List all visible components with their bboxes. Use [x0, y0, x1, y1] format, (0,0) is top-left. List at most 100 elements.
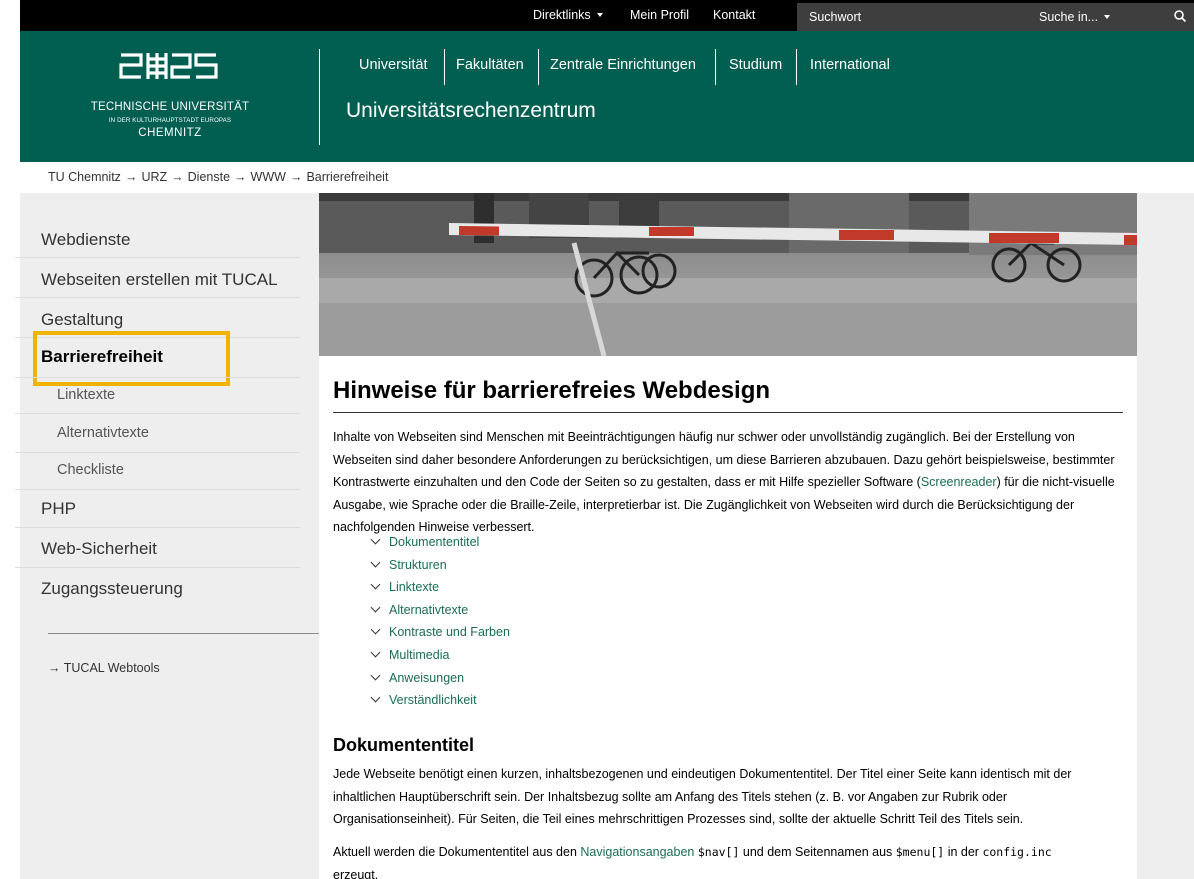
sidebar-item-webdienste[interactable]: Webdienste	[41, 230, 130, 250]
sidebar-divider	[15, 567, 300, 568]
search-scope-select[interactable]: Suche in...	[1039, 3, 1111, 31]
kontakt-link[interactable]: Kontakt	[713, 0, 755, 31]
toc-label: Anweisungen	[389, 670, 465, 685]
toc-label: Kontraste und Farben	[389, 625, 510, 640]
logo-line-1: TECHNISCHE UNIVERSITÄT	[90, 101, 250, 113]
chevron-down-icon	[370, 602, 381, 613]
university-logo[interactable]: TECHNISCHE UNIVERSITÄT IN DER KULTURHAUP…	[20, 31, 320, 162]
code-config: config.inc	[982, 845, 1052, 859]
barrier-photo	[319, 193, 1137, 356]
arrow-right-icon: →	[48, 661, 64, 675]
chevron-down-icon	[370, 579, 381, 590]
chevron-down-icon	[370, 534, 381, 545]
toc-item[interactable]: Alternativtexte	[370, 602, 469, 617]
nav-universitaet[interactable]: Universität	[359, 57, 428, 73]
nav-fakultaeten[interactable]: Fakultäten	[456, 57, 524, 73]
breadcrumb-item[interactable]: TU Chemnitz	[48, 170, 121, 184]
paragraph-text: in der	[944, 845, 983, 859]
nav-international[interactable]: International	[810, 57, 890, 73]
breadcrumb-item[interactable]: WWW	[251, 170, 286, 184]
chevron-down-icon	[370, 670, 381, 681]
section-heading-dokumententitel: Dokumententitel	[333, 735, 475, 755]
logo-line-3: CHEMNITZ	[138, 127, 202, 139]
nav-zentrale-einrichtungen[interactable]: Zentrale Einrichtungen	[550, 57, 696, 73]
arrow-right-icon: →	[124, 170, 138, 184]
caret-down-icon	[596, 12, 603, 17]
screenreader-link[interactable]: Screenreader	[921, 475, 997, 489]
breadcrumb-item[interactable]: Dienste	[188, 170, 230, 184]
search-scope-label: Suche in...	[1039, 10, 1099, 24]
paragraph-text: erzeugt.	[333, 867, 379, 879]
breadcrumb-current: Barrierefreiheit	[306, 170, 389, 184]
title-rule	[333, 412, 1123, 413]
breadcrumb: TU Chemnitz → URZ → Dienste → WWW → Barrierefrei…	[48, 170, 388, 184]
search-icon	[1174, 10, 1187, 23]
navigationsangaben-link[interactable]: Navigationsangaben	[580, 845, 694, 859]
search-input[interactable]: Suchwort Suche in...	[797, 3, 1194, 31]
toc-label: Verständlichkeit	[389, 693, 477, 708]
toc-item[interactable]: Strukturen	[370, 557, 447, 572]
search-placeholder: Suchwort	[809, 10, 862, 24]
nav-separator	[715, 49, 716, 85]
toc-item[interactable]: Verständlichkeit	[370, 692, 477, 708]
paragraph-text: Aktuell werden die Dokumententitel aus d…	[333, 845, 581, 859]
caret-down-icon	[1104, 14, 1111, 19]
sidebar-subitem-linktexte[interactable]: Linktexte	[57, 387, 115, 403]
page-title: Hinweise für barrierefreies Webdesign	[333, 377, 771, 404]
toc-item[interactable]: Kontraste und Farben	[370, 624, 510, 640]
toc-item[interactable]: Multimedia	[370, 647, 450, 662]
tucal-webtools-link[interactable]: → TUCAL Webtools	[48, 661, 160, 675]
tucal-webtools-label: TUCAL Webtools	[63, 661, 160, 675]
direktlinks-label: Direktlinks	[533, 8, 591, 22]
toc-label: Strukturen	[389, 557, 447, 572]
chevron-down-icon	[370, 647, 381, 658]
sidebar-divider	[15, 527, 300, 528]
section-paragraph: Jede Webseite benötigt einen kurzen, inh…	[333, 767, 1072, 826]
sidebar-divider	[15, 489, 300, 490]
toc-label: Dokumententitel	[389, 535, 480, 549]
toc-label: Multimedia	[389, 648, 450, 662]
sidebar-divider	[15, 452, 300, 453]
sidebar-item-web-sicherheit[interactable]: Web-Sicherheit	[41, 539, 157, 559]
config-paragraph: Aktuell werden die Dokumententitel aus d…	[333, 841, 1128, 879]
sidebar-divider	[15, 297, 300, 298]
mein-profil-link[interactable]: Mein Profil	[630, 0, 689, 31]
tu-logo-mark-icon	[119, 53, 218, 79]
nav-separator	[796, 49, 797, 85]
code-nav: $nav[]	[697, 845, 740, 859]
sidebar-item-php[interactable]: PHP	[41, 499, 76, 519]
chevron-down-icon	[370, 624, 381, 635]
site-title[interactable]: Universitätsrechenzentrum	[346, 99, 596, 123]
chevron-down-icon	[370, 557, 381, 568]
logo-line-2: IN DER KULTURHAUPTSTADT EUROPAS	[108, 117, 232, 124]
site-header: TECHNISCHE UNIVERSITÄT IN DER KULTURHAUP…	[20, 31, 1194, 162]
nav-separator	[538, 49, 539, 85]
sidebar-item-zugangssteuerung[interactable]: Zugangssteuerung	[41, 579, 183, 599]
toc-label: Linktexte	[389, 580, 440, 595]
sidebar-divider	[15, 257, 300, 258]
sidebar-subitem-alternativtexte[interactable]: Alternativtexte	[57, 425, 149, 441]
toc-item[interactable]: Dokumententitel	[370, 534, 480, 549]
paragraph-text: und dem Seitennamen aus	[739, 845, 896, 859]
top-bar: Direktlinks Mein Profil Kontakt Suchwort…	[20, 0, 1194, 31]
breadcrumb-item[interactable]: URZ	[141, 170, 167, 184]
toc-label: Alternativtexte	[389, 602, 469, 617]
sidebar-divider	[15, 413, 300, 414]
toc-item[interactable]: Linktexte	[370, 579, 440, 595]
arrow-right-icon: →	[171, 170, 184, 184]
nav-studium[interactable]: Studium	[729, 57, 782, 73]
header-divider	[319, 49, 320, 145]
code-menu: $menu[]	[895, 845, 945, 859]
sidebar-item-gestaltung[interactable]: Gestaltung	[41, 310, 123, 330]
sidebar-divider	[15, 377, 300, 378]
intro-paragraph: Inhalte von Webseiten sind Menschen mit …	[333, 426, 1128, 539]
toc-item[interactable]: Anweisungen	[370, 670, 465, 685]
sidebar-item-webseiten-erstellen[interactable]: Webseiten erstellen mit TUCAL	[41, 270, 278, 290]
sidebar-subitem-checkliste[interactable]: Checkliste	[57, 462, 124, 478]
chevron-down-icon	[370, 692, 381, 703]
search-button[interactable]	[1167, 3, 1194, 31]
arrow-right-icon: →	[234, 170, 247, 184]
nav-separator	[444, 49, 445, 85]
direktlinks-menu[interactable]: Direktlinks	[533, 0, 603, 31]
hero-image	[319, 193, 1137, 356]
